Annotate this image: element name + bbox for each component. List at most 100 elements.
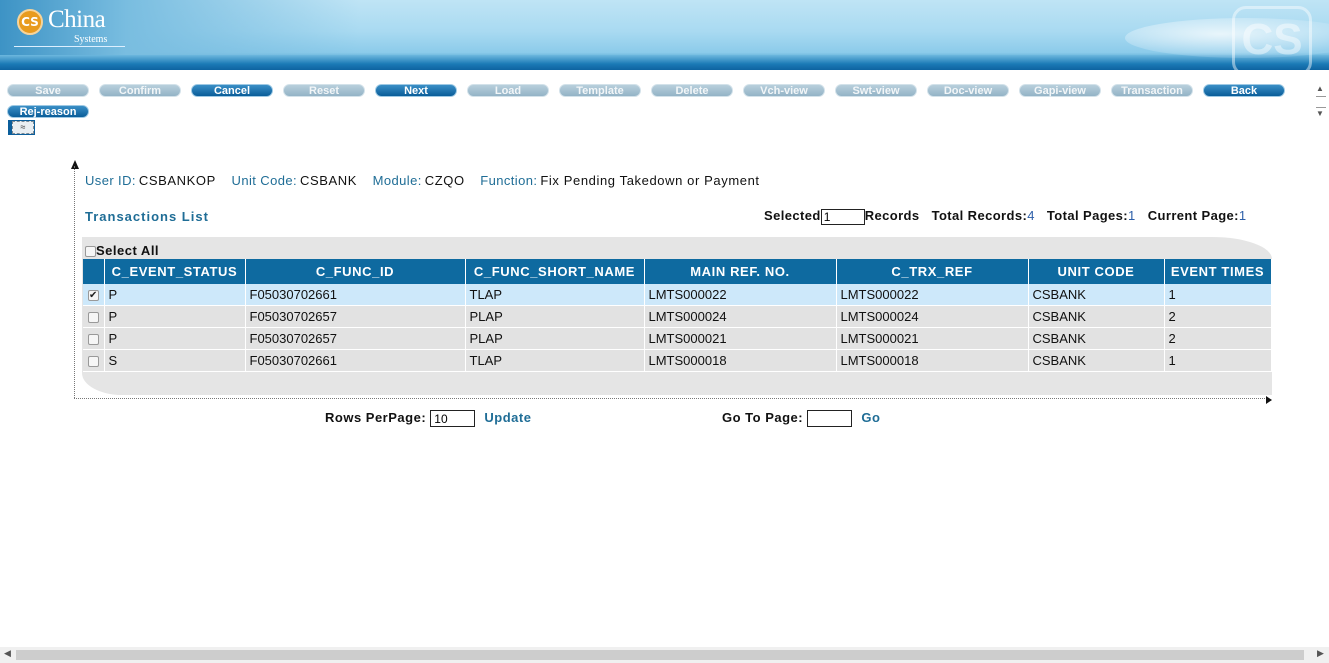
select-all-checkbox[interactable] [85, 246, 96, 258]
column-header[interactable]: C_TRX_REF [836, 259, 1029, 284]
vch-view-button[interactable]: Vch-view [743, 84, 825, 97]
table-cell: 1 [1164, 349, 1272, 372]
header-banner: CS China Systems CS [0, 0, 1329, 70]
table-cell: F05030702661 [245, 349, 466, 372]
go-to-page-input[interactable] [807, 410, 853, 428]
logo-badge: CS [17, 9, 43, 35]
rej-reason-button[interactable]: Rej-reason [7, 105, 89, 118]
scroll-down-icon[interactable]: ▼ [1316, 109, 1324, 118]
transaction-button[interactable]: Transaction [1111, 84, 1193, 97]
table-row[interactable]: S F05030702661 TLAP LMTS000018 LMTS000018 CSB… [83, 349, 1272, 372]
row-checkbox[interactable] [87, 356, 99, 368]
template-button[interactable]: Template [559, 84, 641, 97]
update-link[interactable]: Update [484, 410, 531, 425]
logo-underline [14, 46, 125, 47]
scroll-thumb-horizontal[interactable] [16, 650, 1304, 660]
table-cell: TLAP [465, 284, 645, 306]
module-label: Module: [372, 173, 422, 188]
rows-per-page-input[interactable] [430, 410, 476, 428]
swt-view-button[interactable]: Swt-view [835, 84, 917, 97]
table-cell: CSBANK [1028, 305, 1165, 328]
save-button[interactable]: Save [7, 84, 89, 97]
load-button[interactable]: Load [467, 84, 549, 97]
collapse-toolbar-button[interactable]: ≈ [8, 120, 35, 135]
context-info: User ID: CSBANKOP Unit Code: CSBANK Module… [85, 173, 772, 188]
table-cell: F05030702657 [245, 327, 466, 350]
unit-code-value: CSBANK [299, 173, 358, 188]
scroll-up-icon[interactable]: ▲ [1316, 84, 1324, 93]
table-cell: LMTS000022 [836, 284, 1029, 306]
horizontal-scrollbar[interactable]: ◀ ▶ [0, 647, 1329, 663]
table-cell: PLAP [465, 327, 645, 350]
gapi-view-button[interactable]: Gapi-view [1019, 84, 1101, 97]
back-button[interactable]: Back [1203, 84, 1285, 97]
table-cell: LMTS000018 [836, 349, 1029, 372]
total-records-value: 4 [1027, 208, 1035, 223]
select-all[interactable]: Select All [85, 243, 159, 258]
row-checkbox[interactable] [87, 334, 99, 346]
table-cell: LMTS000024 [836, 305, 1029, 328]
current-page-label: Current Page: [1147, 208, 1239, 223]
frame-arrow-up-icon [71, 160, 79, 169]
selected-count-input[interactable] [820, 208, 865, 225]
doc-view-button[interactable]: Doc-view [927, 84, 1009, 97]
table-cell: F05030702661 [245, 284, 466, 306]
frame-bottom-border [74, 398, 1267, 399]
table-cell: P [104, 327, 246, 350]
vertical-scrollbar[interactable]: ▲ ▼ [1313, 84, 1329, 120]
records-label: Records [864, 208, 920, 223]
scroll-right-icon[interactable]: ▶ [1317, 648, 1324, 659]
table-cell: CSBANK [1028, 349, 1165, 372]
function-label: Function: [480, 173, 538, 188]
selected-label: Selected [764, 208, 821, 223]
toolbar: Save Confirm Cancel Reset Next Load Template De… [7, 84, 1297, 124]
cancel-button[interactable]: Cancel [191, 84, 273, 97]
next-button[interactable]: Next [375, 84, 457, 97]
table-header-row: C_EVENT_STATUS C_FUNC_ID C_FUNC_SHORT_NAME… [83, 259, 1272, 284]
table-row[interactable]: P F05030702657 PLAP LMTS000021 LMTS000021 CSB… [83, 327, 1272, 350]
table-row[interactable]: ✔ P F05030702661 TLAP LMTS000022 LMTS000022 CS… [83, 284, 1272, 306]
table-cell: LMTS000024 [644, 305, 837, 328]
table-cell: 2 [1164, 327, 1272, 350]
table-cell: S [104, 349, 246, 372]
table-cell: F05030702657 [245, 305, 466, 328]
logo-sub: Systems [74, 34, 108, 45]
row-checkbox[interactable]: ✔ [87, 290, 99, 302]
total-pages-value: 1 [1128, 208, 1136, 223]
column-header[interactable]: C_FUNC_SHORT_NAME [465, 259, 645, 284]
column-header[interactable]: C_FUNC_ID [245, 259, 466, 284]
row-select-cell [83, 305, 105, 328]
row-checkbox[interactable] [87, 312, 99, 324]
go-to-page: Go To Page: Go [722, 410, 880, 428]
table-cell: CSBANK [1028, 327, 1165, 350]
table-cell: 2 [1164, 305, 1272, 328]
table-cell: LMTS000022 [644, 284, 837, 306]
function-value: Fix Pending Takedown or Payment [540, 173, 760, 188]
unit-code-label: Unit Code: [231, 173, 297, 188]
table-row[interactable]: P F05030702657 PLAP LMTS000024 LMTS000024 CSB… [83, 305, 1272, 328]
column-header[interactable]: MAIN REF. NO. [644, 259, 837, 284]
total-pages-label: Total Pages: [1046, 208, 1129, 223]
collapse-icon: ≈ [12, 121, 34, 134]
reset-button[interactable]: Reset [283, 84, 365, 97]
table-cell: CSBANK [1028, 284, 1165, 306]
row-select-cell: ✔ [83, 284, 105, 306]
go-to-page-label: Go To Page: [722, 410, 804, 425]
column-header[interactable]: EVENT TIMES [1164, 259, 1272, 284]
rows-per-page-label: Rows PerPage: [325, 410, 427, 425]
table-cell: LMTS000021 [836, 327, 1029, 350]
total-records-label: Total Records: [931, 208, 1028, 223]
delete-button[interactable]: Delete [651, 84, 733, 97]
row-select-cell [83, 349, 105, 372]
column-header[interactable]: UNIT CODE [1028, 259, 1165, 284]
rows-per-page: Rows PerPage: Update [325, 410, 531, 428]
banner-band [0, 55, 1329, 70]
user-id-value: CSBANKOP [138, 173, 216, 188]
table-cell: LMTS000021 [644, 327, 837, 350]
scroll-left-icon[interactable]: ◀ [4, 648, 11, 659]
go-link[interactable]: Go [861, 410, 880, 425]
column-header[interactable]: C_EVENT_STATUS [104, 259, 246, 284]
scroll-thumb[interactable] [1316, 96, 1326, 108]
frame-arrow-right-icon [1266, 396, 1272, 404]
confirm-button[interactable]: Confirm [99, 84, 181, 97]
